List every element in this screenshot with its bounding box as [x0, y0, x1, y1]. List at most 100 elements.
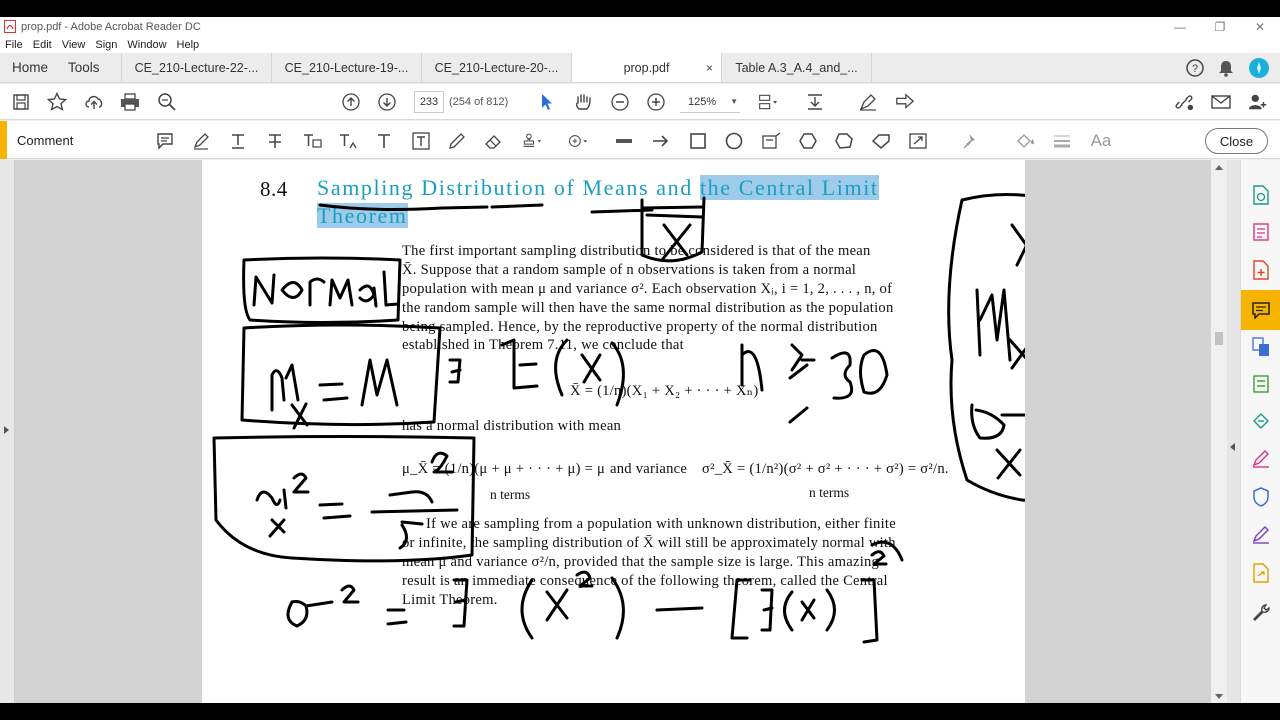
- sticky-note-icon[interactable]: [155, 131, 175, 151]
- scroll-down-arrow-icon[interactable]: [1215, 694, 1223, 699]
- tab-close-icon[interactable]: ×: [706, 61, 713, 75]
- text-box-icon[interactable]: [411, 131, 431, 151]
- main-toolbar: 233 (254 of 812) 125% ▼: [0, 84, 1280, 120]
- menu-view[interactable]: View: [62, 39, 86, 51]
- link-share-icon[interactable]: [1174, 92, 1194, 112]
- polygonal-line-icon[interactable]: [871, 131, 891, 151]
- upload-cloud-icon[interactable]: [84, 92, 104, 112]
- highlight-pen-icon[interactable]: [191, 131, 211, 151]
- stamp-icon[interactable]: [522, 131, 542, 151]
- menu-sign[interactable]: Sign: [95, 39, 117, 51]
- tab-document[interactable]: CE_210-Lecture-19-...: [272, 53, 422, 82]
- right-panel-toggle[interactable]: [1227, 160, 1240, 703]
- zoom-in-icon[interactable]: [646, 92, 666, 112]
- line-weight-icon[interactable]: [1052, 131, 1072, 151]
- add-user-icon[interactable]: [1248, 92, 1268, 112]
- email-icon[interactable]: [1211, 92, 1231, 112]
- arrow-tool-icon[interactable]: [651, 131, 671, 151]
- tab-home[interactable]: Home: [0, 53, 60, 82]
- send-for-signature-icon[interactable]: [1251, 525, 1271, 545]
- chevron-down-icon: ▼: [730, 97, 739, 106]
- eraser-icon[interactable]: [484, 131, 504, 151]
- fill-sign-icon[interactable]: [1251, 449, 1271, 469]
- tab-label: CE_210-Lecture-19-...: [284, 60, 409, 75]
- section-heading-line2: Theorem: [317, 203, 408, 229]
- comment-label: Comment: [17, 133, 74, 148]
- oval-tool-icon[interactable]: [724, 131, 744, 151]
- select-cursor-icon[interactable]: [537, 92, 557, 112]
- document-viewer: 8.4 Sampling Distribution of Means and t…: [0, 160, 1240, 703]
- tab-tools[interactable]: Tools: [60, 53, 122, 82]
- tab-document[interactable]: Table A.3_A.4_and_...: [722, 53, 872, 82]
- close-comment-button[interactable]: Close: [1205, 128, 1268, 154]
- bookmark-star-icon[interactable]: [47, 92, 67, 112]
- insert-text-icon[interactable]: [338, 131, 358, 151]
- paragraph-line: population with mean μ and variance σ². …: [402, 281, 893, 297]
- sign-pen-icon[interactable]: [858, 92, 878, 112]
- previous-page-icon[interactable]: [341, 92, 361, 112]
- equation-mean: μ_X̄ = (1/n)(μ + μ + · · · + μ) = μ: [402, 461, 606, 477]
- font-settings-icon[interactable]: Aa: [1089, 131, 1113, 151]
- heading-text: Sampling Distribution of Means and: [317, 175, 700, 200]
- replace-text-icon[interactable]: [302, 131, 322, 151]
- window-close-button[interactable]: ✕: [1240, 17, 1280, 36]
- search-zoom-icon[interactable]: [157, 92, 177, 112]
- menu-edit[interactable]: Edit: [33, 39, 52, 51]
- zoom-level-select[interactable]: 125% ▼: [680, 91, 740, 113]
- add-text-icon[interactable]: [374, 131, 394, 151]
- scrollbar-thumb[interactable]: [1215, 332, 1223, 345]
- comment-tool-active[interactable]: [1241, 290, 1280, 330]
- connected-lines-icon[interactable]: [908, 131, 928, 151]
- paragraph-line: Limit Theorem.: [402, 592, 498, 608]
- menu-window[interactable]: Window: [127, 39, 166, 51]
- edit-pdf-icon[interactable]: [1251, 222, 1271, 242]
- cloud-tool-icon[interactable]: [834, 131, 854, 151]
- page-number-input[interactable]: 233: [414, 91, 444, 113]
- rectangle-tool-icon[interactable]: [688, 131, 708, 151]
- next-page-icon[interactable]: [377, 92, 397, 112]
- page-layout-icon[interactable]: [758, 92, 778, 112]
- scroll-up-arrow-icon[interactable]: [1215, 165, 1223, 170]
- strikethrough-text-icon[interactable]: [265, 131, 285, 151]
- comment-toolbar: Comment Aa Close: [0, 121, 1280, 159]
- pencil-draw-icon[interactable]: [447, 131, 467, 151]
- share-file-icon[interactable]: [1251, 563, 1271, 583]
- tab-bar: Home Tools CE_210-Lecture-22-... CE_210-…: [0, 53, 1280, 83]
- minimize-button[interactable]: —: [1160, 17, 1200, 36]
- zoom-out-icon[interactable]: [610, 92, 630, 112]
- tab-document-active[interactable]: prop.pdf ×: [572, 53, 722, 82]
- text-callout-icon[interactable]: [761, 131, 781, 151]
- share-arrow-icon[interactable]: [895, 92, 915, 112]
- protect-shield-icon[interactable]: [1251, 487, 1271, 507]
- print-icon[interactable]: [120, 92, 140, 112]
- fill-color-icon[interactable]: [1015, 131, 1035, 151]
- tab-document[interactable]: CE_210-Lecture-20-...: [422, 53, 572, 82]
- vertical-scrollbar[interactable]: [1211, 160, 1227, 703]
- scroll-mode-icon[interactable]: [805, 92, 825, 112]
- save-icon[interactable]: [11, 92, 31, 112]
- left-panel-toggle[interactable]: [0, 160, 15, 703]
- organize-pages-icon[interactable]: [1251, 374, 1271, 394]
- redact-icon[interactable]: [1251, 411, 1271, 431]
- menu-file[interactable]: File: [5, 39, 23, 51]
- attach-file-icon[interactable]: [568, 131, 588, 151]
- pin-icon[interactable]: [961, 131, 981, 151]
- more-tools-wrench-icon[interactable]: [1251, 602, 1271, 622]
- line-tool-icon[interactable]: [614, 131, 634, 151]
- help-icon[interactable]: ?: [1186, 58, 1204, 77]
- restore-button[interactable]: ❐: [1200, 17, 1240, 36]
- n-terms-label: n terms: [490, 487, 531, 502]
- comment-accent-bar: [0, 121, 7, 159]
- account-avatar-icon[interactable]: [1248, 57, 1270, 79]
- zoom-value: 125%: [688, 95, 717, 108]
- combine-files-icon[interactable]: [1251, 337, 1271, 357]
- create-pdf-icon[interactable]: [1251, 260, 1271, 280]
- export-pdf-icon[interactable]: [1251, 185, 1271, 205]
- screen-border-top: [0, 0, 1280, 17]
- polygon-tool-icon[interactable]: [798, 131, 818, 151]
- tab-document[interactable]: CE_210-Lecture-22-...: [122, 53, 272, 82]
- notifications-bell-icon[interactable]: [1218, 59, 1234, 77]
- hand-tool-icon[interactable]: [573, 92, 593, 112]
- menu-help[interactable]: Help: [177, 39, 200, 51]
- underline-text-icon[interactable]: [228, 131, 248, 151]
